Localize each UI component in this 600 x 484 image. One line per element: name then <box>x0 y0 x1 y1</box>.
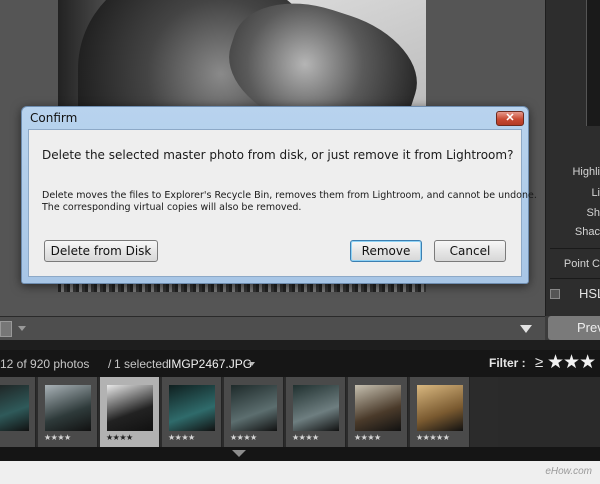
toolbar-menu-icon[interactable] <box>520 325 532 333</box>
remove-button[interactable]: Remove <box>350 240 422 262</box>
dialog-message: Delete the selected master photo from di… <box>42 148 514 162</box>
shadows-label: Shac <box>574 226 600 238</box>
thumbnail-image <box>169 385 215 431</box>
filter-label: Filter : <box>489 356 526 370</box>
thumbnail-image <box>45 385 91 431</box>
thumb-2[interactable]: ★★★★ <box>38 377 98 447</box>
thumbnail-rating: ★★★★ <box>44 433 71 442</box>
toolbar <box>0 316 545 340</box>
hsl-panel-toggle[interactable] <box>550 289 560 299</box>
confirm-dialog: Confirm ✕ Delete the selected master pho… <box>21 106 537 284</box>
thumb-3[interactable]: ★★★★ <box>100 377 160 447</box>
selection-count: 1 selected <box>114 357 169 371</box>
point-curve-label[interactable]: Point C <box>564 258 600 270</box>
thumbnail-rating: ★★★★ <box>354 433 381 442</box>
thumbnail-image <box>355 385 401 431</box>
thumb-5[interactable]: ★★★★ <box>224 377 284 447</box>
dialog-detail: Delete moves the files to Explorer's Rec… <box>42 190 537 214</box>
selected-filename[interactable]: IMGP2467.JPG <box>168 357 252 371</box>
bottom-panel-toggle[interactable] <box>0 447 600 461</box>
thumbnail-rating: ★★★★ <box>168 433 195 442</box>
cancel-button[interactable]: Cancel <box>434 240 506 262</box>
thumbnail-rating: ★★★★★ <box>416 433 450 442</box>
highlights-label: Highli <box>572 166 600 178</box>
close-icon[interactable]: ✕ <box>496 111 524 126</box>
thumb-7[interactable]: ★★★★ <box>348 377 408 447</box>
thumb-1[interactable] <box>0 377 36 447</box>
thumbnail-rating: ★★★★ <box>106 433 133 442</box>
chevron-down-icon[interactable] <box>18 326 26 331</box>
thumbnail-rating: ★★★★ <box>230 433 257 442</box>
thumbnail-image <box>417 385 463 431</box>
dialog-detail-line-2: The corresponding virtual copies will al… <box>42 202 302 213</box>
hsl-panel-header[interactable]: HSL <box>579 286 600 301</box>
delete-from-disk-button[interactable]: Delete from Disk <box>44 240 158 262</box>
lights-label: Li <box>591 187 600 199</box>
dialog-title: Confirm <box>30 111 78 125</box>
thumbnail-image <box>107 385 153 431</box>
thumbnail-image <box>293 385 339 431</box>
photo-count: 12 of 920 photos <box>0 357 90 371</box>
dialog-detail-line-1: Delete moves the files to Explorer's Rec… <box>42 190 537 201</box>
thumbnail-image <box>231 385 277 431</box>
dialog-body: Delete the selected master photo from di… <box>28 129 537 277</box>
rating-filter-stars[interactable]: ★★★ <box>547 351 596 374</box>
rating-operator[interactable]: ≥ <box>535 354 543 371</box>
thumbnail-rating: ★★★★ <box>292 433 319 442</box>
thumb-8[interactable]: ★★★★★ <box>410 377 470 447</box>
watermark: eHow.com <box>545 466 592 477</box>
view-mode-icon[interactable] <box>0 321 12 337</box>
previous-button[interactable]: Prev <box>548 316 600 340</box>
thumb-4[interactable]: ★★★★ <box>162 377 222 447</box>
thumb-6[interactable]: ★★★★ <box>286 377 346 447</box>
collapse-arrow-icon[interactable] <box>232 450 246 457</box>
thumbnail-image <box>0 385 29 431</box>
filename-dropdown-icon[interactable] <box>249 362 255 366</box>
shadows-label-partial: Sh <box>586 207 600 219</box>
filmstrip-header: 12 of 920 photos / 1 selected IMGP2467.J… <box>0 350 600 377</box>
develop-right-panel: Highli Li Sh Shac Point C HSL <box>545 0 600 316</box>
histogram <box>586 0 600 126</box>
